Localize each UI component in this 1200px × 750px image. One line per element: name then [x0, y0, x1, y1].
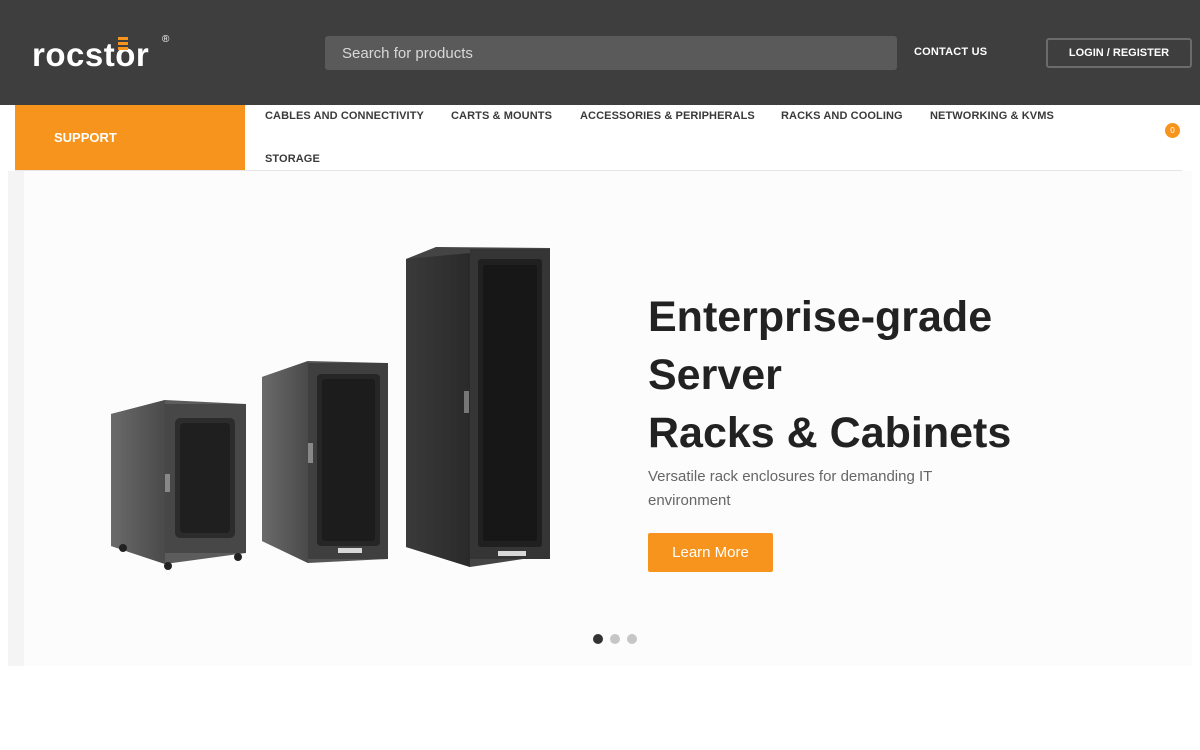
- medium-cabinet: [262, 361, 388, 563]
- tall-cabinet: [406, 247, 550, 567]
- contact-us-link[interactable]: CONTACT US: [914, 46, 987, 58]
- svg-text:rocstor: rocstor: [32, 36, 149, 70]
- server-racks-image: [111, 247, 550, 570]
- nav-item-racks-cooling[interactable]: RACKS AND COOLING: [781, 110, 903, 122]
- registered-mark: ®: [162, 34, 170, 45]
- search-bar[interactable]: [325, 36, 897, 70]
- login-register-button[interactable]: LOGIN / REGISTER: [1046, 38, 1192, 68]
- slider-dots: [593, 634, 653, 644]
- nav-item-accessories[interactable]: ACCESSORIES & PERIPHERALS: [580, 110, 755, 122]
- rocstor-logo[interactable]: rocstor ®: [32, 34, 174, 73]
- slider-dot-1[interactable]: [593, 634, 603, 644]
- cart-count-badge[interactable]: 0: [1165, 123, 1180, 138]
- hero-subtext: Versatile rack enclosures for demanding …: [648, 468, 933, 509]
- headline-line-3: Racks & Cabinets: [648, 409, 1012, 457]
- headline-line-2: Server: [648, 351, 782, 399]
- headline-line-1: Enterprise-grade: [648, 293, 993, 341]
- search-input[interactable]: [325, 36, 897, 70]
- logo-wordmark-icon: rocstor: [32, 36, 149, 73]
- nav-item-cables[interactable]: CABLES AND CONNECTIVITY: [265, 110, 424, 122]
- site-header: rocstor ® CONTACT US LOGIN / REGISTER: [0, 0, 1200, 105]
- nav-item-storage[interactable]: STORAGE: [265, 153, 320, 165]
- hero-headline: Enterprise-grade Server Racks & Cabinets: [648, 288, 1011, 462]
- nav-item-networking-kvms[interactable]: NETWORKING & KVMS: [930, 110, 1054, 122]
- slider-dot-3[interactable]: [627, 634, 637, 644]
- support-button[interactable]: SUPPORT: [15, 105, 245, 170]
- main-nav: SUPPORT CABLES AND CONNECTIVITY CARTS & …: [15, 105, 1182, 171]
- slider-dot-2[interactable]: [610, 634, 620, 644]
- learn-more-button[interactable]: Learn More: [648, 533, 773, 572]
- nav-item-carts-mounts[interactable]: CARTS & MOUNTS: [451, 110, 552, 122]
- small-cabinet: [111, 400, 246, 570]
- hero-slider: Enterprise-grade Server Racks & Cabinets…: [8, 171, 1192, 666]
